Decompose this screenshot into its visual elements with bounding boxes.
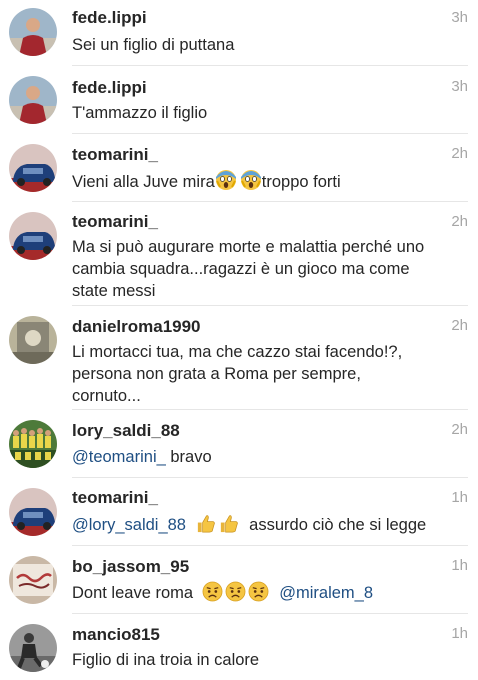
comment-text: Ma si può augurare morte e malattia perc… [72,238,425,300]
thumbs-up-emoji [195,513,216,540]
timestamp: 2h [451,145,468,162]
avatar[interactable] [9,624,57,672]
username[interactable]: mancio815 [72,625,160,645]
comment-row: fede.lippi 3h Sei un figlio di puttana [0,0,478,66]
mention-link[interactable]: @teomarini_ [72,448,166,466]
worried-face-emoji [202,581,223,608]
timestamp: 3h [451,9,468,26]
username[interactable]: fede.lippi [72,8,147,28]
username[interactable]: teomarini_ [72,145,158,165]
username[interactable]: teomarini_ [72,488,158,508]
mention-link[interactable]: @miralem_8 [279,584,373,602]
avatar[interactable] [9,8,57,56]
username[interactable]: fede.lippi [72,78,147,98]
timestamp: 1h [451,489,468,506]
timestamp: 2h [451,317,468,334]
avatar[interactable] [9,212,57,260]
timestamp: 2h [451,213,468,230]
comment-row: teomarini_ 2h Vieni alla Juve mira troppo… [0,134,478,202]
comment-list: fede.lippi 3h Sei un figlio di puttana f… [0,0,478,680]
timestamp: 3h [451,78,468,95]
avatar[interactable] [9,144,57,192]
timestamp: 2h [451,421,468,438]
comment-row: fede.lippi 3h T'ammazzo il figlio [0,66,478,134]
avatar[interactable] [9,488,57,536]
avatar[interactable] [9,316,57,364]
comment-text: Li mortacci tua, ma che cazzo stai facen… [72,343,403,405]
comment-text: Figlio di ina troia in calore [72,651,260,669]
comment-text: Sei un figlio di puttana [72,36,235,54]
comment-row: bo_jassom_95 1h Dont leave roma @miralem… [0,546,478,614]
comment-row: danielroma1990 2h Li mortacci tua, ma ch… [0,306,478,410]
avatar[interactable] [9,556,57,604]
comment-row: teomarini_ 1h @lory_saldi_88 assurdo ciò… [0,478,478,546]
worried-face-emoji [225,581,246,608]
comment-text: Dont leave roma @miralem_8 [72,581,468,608]
comment-text: Vieni alla Juve mira troppo forti [72,169,468,197]
comment-row: teomarini_ 2h Ma si può augurare morte e… [0,202,478,306]
comment-text: @teomarini_ bravo [72,448,212,466]
mention-link[interactable]: @lory_saldi_88 [72,516,186,534]
timestamp: 1h [451,625,468,642]
username[interactable]: teomarini_ [72,212,158,232]
comment-text: T'ammazzo il figlio [72,104,208,122]
comment-row: lory_saldi_88 2h @teomarini_ bravo [0,410,478,478]
avatar[interactable] [9,420,57,468]
timestamp: 1h [451,557,468,574]
face-screaming-emoji [240,169,262,197]
comment-text: @lory_saldi_88 assurdo ciò che si legge [72,513,468,540]
thumbs-up-emoji [218,513,239,540]
comment-row: mancio815 1h Figlio di ina troia in calo… [0,614,478,680]
username[interactable]: danielroma1990 [72,317,201,337]
username[interactable]: bo_jassom_95 [72,557,189,577]
avatar[interactable] [9,76,57,124]
face-screaming-emoji [215,169,237,197]
worried-face-emoji [248,581,269,608]
username[interactable]: lory_saldi_88 [72,421,180,441]
